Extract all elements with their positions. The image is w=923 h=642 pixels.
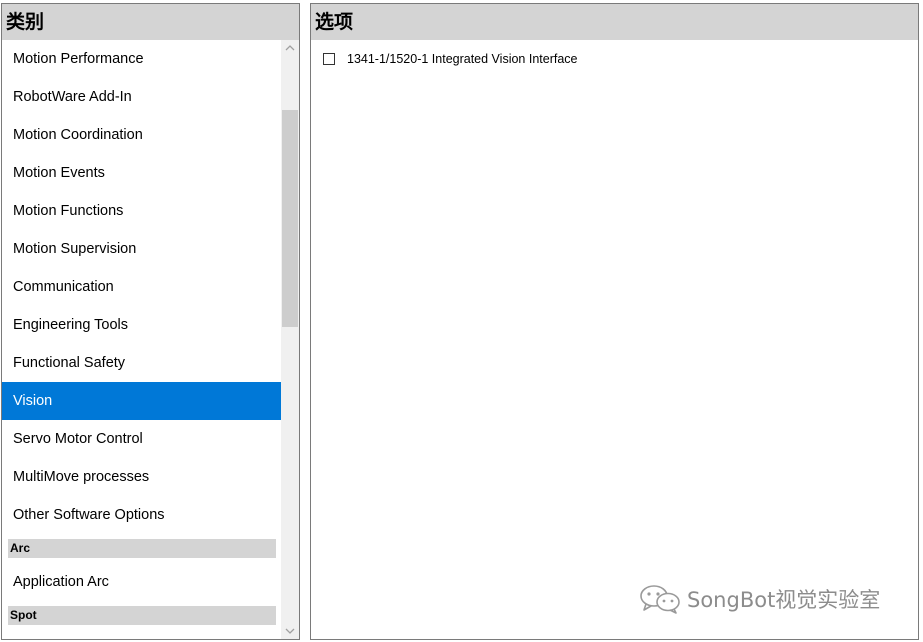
options-panel: 选项 1341-1/1520-1 Integrated Vision Inter… [310,3,919,640]
options-panel-title: 选项 [311,4,918,40]
option-checkbox[interactable] [323,53,335,65]
watermark: SongBot视觉实验室 [638,584,880,614]
option-row-integrated-vision-interface[interactable]: 1341-1/1520-1 Integrated Vision Interfac… [323,50,578,68]
category-item-motion-performance[interactable]: Motion Performance [2,40,281,78]
category-item-multimove-processes[interactable]: MultiMove processes [2,458,281,496]
category-item-vision[interactable]: Vision [2,382,281,420]
category-item-motion-functions[interactable]: Motion Functions [2,192,281,230]
category-scrollbar[interactable] [281,40,299,639]
option-label: 1341-1/1520-1 Integrated Vision Interfac… [347,52,578,66]
category-item-communication[interactable]: Communication [2,268,281,306]
scrollbar-thumb[interactable] [282,110,298,327]
category-panel-title: 类别 [2,4,299,40]
category-panel: 类别 Motion Performance RobotWare Add-In M… [1,3,300,640]
category-item-application-arc[interactable]: Application Arc [2,563,281,601]
category-item-motion-events[interactable]: Motion Events [2,154,281,192]
category-item-motion-supervision[interactable]: Motion Supervision [2,230,281,268]
category-item-servo-motor-control[interactable]: Servo Motor Control [2,420,281,458]
category-item-functional-safety[interactable]: Functional Safety [2,344,281,382]
category-item-motion-coordination[interactable]: Motion Coordination [2,116,281,154]
watermark-text: SongBot视觉实验室 [687,588,881,612]
category-list: Motion Performance RobotWare Add-In Moti… [2,40,282,639]
category-item-engineering-tools[interactable]: Engineering Tools [2,306,281,344]
wechat-icon [640,585,680,614]
group-header-arc: Arc [8,539,276,558]
scroll-up-arrow-icon[interactable] [281,40,299,57]
category-item-robotware-add-in[interactable]: RobotWare Add-In [2,78,281,116]
category-item-other-software-options[interactable]: Other Software Options [2,496,281,534]
group-header-spot: Spot [8,606,276,625]
scroll-down-arrow-icon[interactable] [281,622,299,639]
